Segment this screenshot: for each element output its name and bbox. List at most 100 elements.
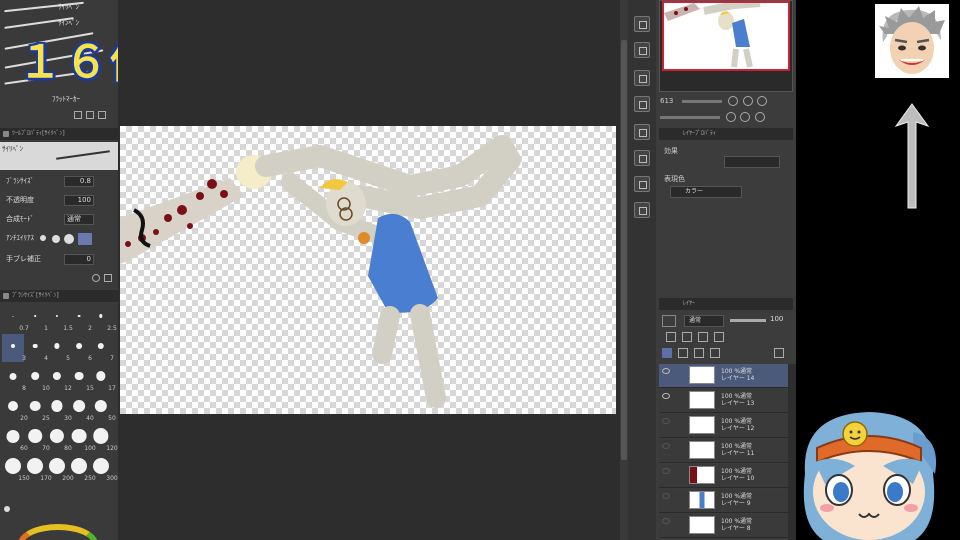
scroll-thumb[interactable] [621, 40, 627, 460]
brush-size-option[interactable]: 250 [68, 454, 96, 482]
brush-size-option[interactable]: 170 [24, 454, 52, 482]
eye-icon[interactable] [662, 368, 670, 374]
brush-size-option[interactable]: 2.5 [90, 304, 117, 332]
antialias-row[interactable]: ｱﾝﾁｴｲﾘｱｽ [0, 231, 118, 246]
layer-row[interactable]: 100 %通常 レイヤー 14 [659, 364, 789, 388]
brush-size-option[interactable]: 100 [68, 424, 96, 452]
copy-subtool-icon[interactable] [86, 111, 94, 119]
history-icon[interactable] [634, 96, 650, 112]
brush-size-option[interactable]: 2 [68, 304, 92, 332]
stabilization-value[interactable]: 0 [64, 254, 94, 265]
brush-size-option[interactable]: 8 [2, 364, 26, 392]
drawing-canvas[interactable] [120, 126, 616, 414]
color-panel-icon[interactable] [4, 506, 10, 512]
lock-icon[interactable] [698, 332, 708, 342]
timeline-icon[interactable] [634, 176, 650, 192]
brush-size-option[interactable]: 120 [90, 424, 118, 452]
brush-size-option[interactable]: 20 [2, 394, 28, 422]
canvas-scrollbar[interactable] [620, 0, 628, 540]
brush-size-option[interactable]: 70 [24, 424, 50, 452]
brush-size-option[interactable]: 12 [46, 364, 72, 392]
eye-icon[interactable] [662, 518, 670, 524]
blend-mode-row[interactable]: 合成ﾓｰﾄﾞ 通常 [0, 212, 118, 227]
brush-size-option[interactable]: 4 [24, 334, 48, 362]
effect-buttons[interactable] [724, 156, 780, 168]
brush-size-option[interactable]: 1.5 [46, 304, 73, 332]
brush-size-option[interactable]: 25 [24, 394, 50, 422]
brush-size-option[interactable]: 10 [24, 364, 50, 392]
layer-row[interactable]: 100 %通常 レイヤー 12 [659, 414, 789, 438]
clip-layer-icon[interactable] [666, 332, 676, 342]
new-vector-layer-icon[interactable] [678, 348, 688, 358]
rotate-left-icon[interactable] [726, 112, 737, 122]
wrench-settings-icon[interactable] [92, 274, 100, 282]
rotate-right-icon[interactable] [740, 112, 751, 122]
brush-size-option[interactable]: 7 [90, 334, 114, 362]
antialias-option[interactable] [52, 235, 60, 243]
layer-row[interactable]: 100 %通常 レイヤー 9 [659, 489, 789, 513]
layer-property-header[interactable]: ﾚｲﾔｰﾌﾟﾛﾊﾟﾃｨ [659, 128, 793, 140]
layer-opacity-slider[interactable] [730, 319, 766, 322]
brush-size-header[interactable]: ﾌﾞﾗｼｻｲｽﾞ[ｻｲﾘﾍﾟﾝ] [0, 290, 118, 302]
layer-opacity-value[interactable]: 100 [770, 315, 783, 323]
material-icon[interactable] [634, 70, 650, 86]
brush-size-option[interactable]: 80 [46, 424, 72, 452]
subtool-item[interactable]: ﾌﾗｯﾄﾏｰｶｰ [0, 92, 118, 106]
fit-view-icon[interactable] [756, 96, 767, 106]
brush-size-option[interactable]: 60 [2, 424, 28, 452]
layer-row[interactable]: 100 %通常 レイヤー 10 [659, 464, 789, 488]
opacity-value[interactable]: 100 [64, 195, 94, 206]
eye-icon[interactable] [662, 418, 670, 424]
zoom-out-icon[interactable] [728, 96, 739, 106]
navigator-preview[interactable] [662, 0, 790, 71]
tool-property-header[interactable]: ﾂｰﾙﾌﾟﾛﾊﾟﾃｨ[ｻｲﾘﾍﾟﾝ] [0, 128, 118, 140]
new-folder-icon[interactable] [694, 348, 704, 358]
layer-blend-mode-select[interactable]: 通常 [684, 315, 724, 327]
brush-size-option[interactable]: 6 [68, 334, 92, 362]
item-bank-icon[interactable] [634, 124, 650, 140]
mask-icon[interactable] [710, 348, 720, 358]
close-panel-icon[interactable] [634, 42, 650, 58]
antialias-option[interactable] [64, 234, 74, 244]
eye-icon[interactable] [662, 468, 670, 474]
brush-size-option[interactable]: 40 [68, 394, 94, 422]
add-subtool-icon[interactable] [74, 111, 82, 119]
stabilization-row[interactable]: 手ブレ補正 0 [0, 252, 118, 267]
antialias-option[interactable] [40, 235, 46, 241]
sub-view-icon[interactable] [634, 202, 650, 218]
rotate-slider[interactable] [660, 115, 720, 119]
trash-icon[interactable] [98, 111, 106, 119]
eye-icon[interactable] [662, 493, 670, 499]
brush-size-option[interactable]: 50 [90, 394, 116, 422]
brush-size-option[interactable]: 300 [90, 454, 118, 482]
animation-icon[interactable] [634, 150, 650, 166]
brush-size-option[interactable]: 3 [2, 334, 26, 362]
blend-mode-select[interactable]: 通常 [64, 214, 94, 225]
layer-icon[interactable] [634, 16, 650, 32]
brush-size-option[interactable]: 0.7 [2, 304, 29, 332]
brush-size-option[interactable]: 30 [46, 394, 72, 422]
reference-layer-icon[interactable] [682, 332, 692, 342]
brush-size-option[interactable]: 15 [68, 364, 94, 392]
flip-icon[interactable] [754, 112, 765, 122]
eye-icon[interactable] [662, 443, 670, 449]
brush-size-row[interactable]: ﾌﾞﾗｼｻｲｽﾞ 0.8 [0, 174, 118, 189]
layer-color-icon[interactable] [662, 315, 676, 327]
brush-size-option[interactable]: 200 [46, 454, 74, 482]
canvas-workspace[interactable] [118, 0, 620, 540]
lock-transparency-icon[interactable] [714, 332, 724, 342]
antialias-option-selected[interactable] [78, 233, 92, 245]
brush-size-option[interactable]: 150 [2, 454, 30, 482]
opacity-row[interactable]: 不透明度 100 [0, 193, 118, 208]
zoom-slider[interactable] [682, 99, 723, 103]
expression-color-select[interactable]: カラー [670, 186, 742, 198]
subtool-item[interactable]: ｻｲﾘﾍﾟﾝ [0, 0, 118, 14]
brush-size-option[interactable]: 17 [90, 364, 116, 392]
settings-icon[interactable] [104, 274, 112, 282]
new-raster-layer-icon[interactable] [662, 348, 672, 358]
layer-row[interactable]: 100 %通常 レイヤー 13 [659, 389, 789, 413]
layer-panel-header[interactable]: ﾚｲﾔｰ [659, 298, 793, 310]
brush-size-option[interactable]: 5 [46, 334, 70, 362]
brush-size-option[interactable]: 1 [24, 304, 48, 332]
layer-row[interactable]: 100 %通常 レイヤー 8 [659, 514, 789, 538]
